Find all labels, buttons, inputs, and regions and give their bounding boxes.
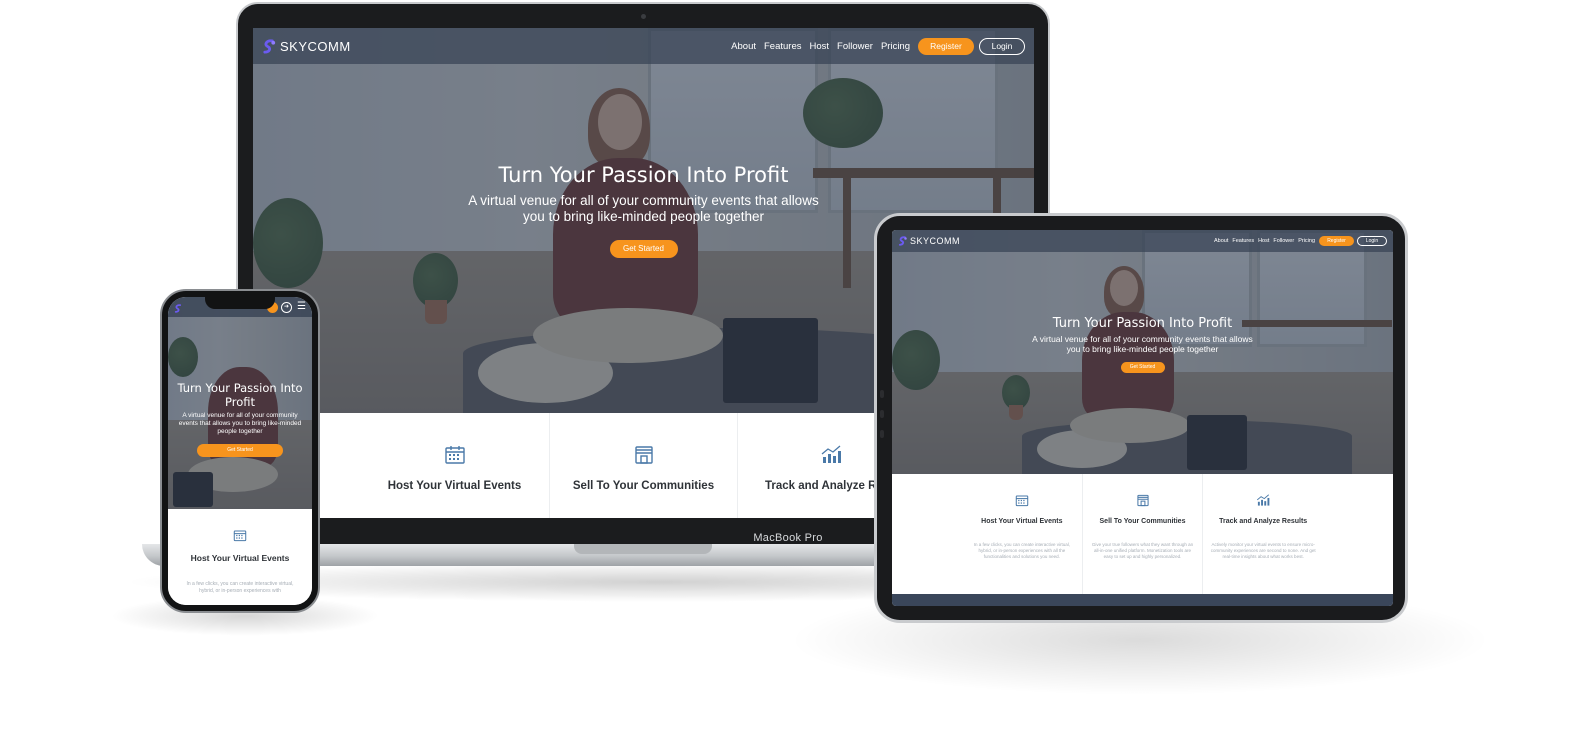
- nav-host[interactable]: Host: [810, 41, 830, 52]
- ipad-side-button: [880, 430, 884, 438]
- logo[interactable]: SKYCOMM: [898, 236, 960, 246]
- hamburger-menu-icon[interactable]: ☰: [297, 302, 306, 312]
- phone-notch: [205, 297, 275, 309]
- hero-title-line2: Profit: [225, 395, 255, 409]
- macbook-notch: [574, 544, 712, 554]
- feature-title: Sell To Your Communities: [572, 480, 715, 492]
- login-button[interactable]: Login: [979, 37, 1025, 55]
- site-nav: SKYCOMM About Features Host Follower Pri…: [892, 230, 1393, 252]
- nav-about[interactable]: About: [731, 41, 756, 52]
- logo-text: SKYCOMM: [280, 38, 351, 54]
- features-section: Host Your Virtual Events In a few clicks…: [892, 474, 1393, 594]
- ipad-side-button: [880, 390, 884, 398]
- next-section-strip: [892, 594, 1393, 606]
- storefront-icon: [1136, 494, 1150, 512]
- feature-track: Track and Analyze Results Actively monit…: [1203, 474, 1323, 594]
- get-started-button[interactable]: Get Started: [197, 444, 283, 457]
- hero-content: Turn Your Passion Into Profit A virtual …: [168, 381, 312, 457]
- ipad-screen: SKYCOMM About Features Host Follower Pri…: [892, 230, 1393, 606]
- feature-sell: Sell To Your Communities Give your true …: [1083, 474, 1204, 594]
- nav-follower[interactable]: Follower: [837, 41, 873, 52]
- hero-subtitle: A virtual venue for all of your communit…: [178, 412, 302, 435]
- register-button[interactable]: Register: [918, 37, 974, 55]
- get-started-button[interactable]: Get Started: [609, 240, 678, 258]
- hero-content: Turn Your Passion Into Profit A virtual …: [892, 316, 1393, 373]
- nav-features[interactable]: Features: [1232, 238, 1254, 244]
- feature-description: Give your true followers what they want …: [1091, 542, 1194, 559]
- hero-title: Turn Your Passion Into Profit: [498, 163, 789, 187]
- feature-description: In a few clicks, you can create interact…: [186, 581, 294, 594]
- ipad-side-button: [880, 410, 884, 418]
- nav-follower[interactable]: Follower: [1273, 238, 1294, 244]
- bar-chart-icon: [1256, 494, 1270, 512]
- macbook-camera: [641, 14, 646, 19]
- hero-title: Turn Your Passion Into Profit: [168, 381, 312, 409]
- feature-description: Actively monitor your virtual events to …: [1210, 542, 1316, 559]
- hero-title: Turn Your Passion Into Profit: [1052, 316, 1233, 331]
- logo[interactable]: SKYCOMM: [262, 39, 351, 54]
- feature-title: Host Your Virtual Events: [387, 480, 522, 492]
- get-started-button[interactable]: Get Started: [1120, 362, 1165, 373]
- nav-about[interactable]: About: [1214, 238, 1228, 244]
- feature-host: Host Your Virtual Events: [360, 413, 550, 518]
- feature-host: Host Your Virtual Events In a few clicks…: [962, 474, 1083, 594]
- nav-pricing[interactable]: Pricing: [1298, 238, 1315, 244]
- feature-title: Sell To Your Communities: [1099, 518, 1186, 525]
- hero-title-line1: Turn Your Passion Into: [177, 381, 303, 395]
- macbook-label-text: MacBook Pro: [753, 532, 823, 544]
- nav-links: About Features Host Follower Pricing Reg…: [1214, 236, 1387, 246]
- feature-title: Track and Analyze Results: [1219, 518, 1308, 525]
- feature-title: Host Your Virtual Events: [981, 518, 1063, 525]
- bar-chart-icon: [820, 445, 842, 470]
- skycomm-logo-icon: [174, 303, 183, 313]
- nav-pricing[interactable]: Pricing: [881, 41, 910, 52]
- calendar-icon: [444, 445, 466, 470]
- hero-subtitle: A virtual venue for all of your communit…: [468, 193, 819, 224]
- skycomm-logo-icon: [262, 38, 277, 54]
- hero-subtitle: A virtual venue for all of your communit…: [1032, 334, 1253, 354]
- login-button[interactable]: Login: [1357, 236, 1387, 246]
- phone-screen: ➜ ☰ Turn Your Passion Into Profit A virt…: [168, 297, 312, 605]
- feature-title: Host Your Virtual Events: [190, 553, 290, 563]
- features-section: Host Your Virtual Events In a few clicks…: [168, 509, 312, 605]
- skycomm-logo-icon: [898, 236, 908, 246]
- nav-features[interactable]: Features: [764, 41, 802, 52]
- storefront-icon: [633, 445, 655, 470]
- feature-sell: Sell To Your Communities: [550, 413, 738, 518]
- logo-text: SKYCOMM: [910, 236, 961, 246]
- feature-description: In a few clicks, you can create interact…: [973, 542, 1070, 559]
- site-nav: SKYCOMM About Features Host Follower Pri…: [253, 28, 1034, 64]
- register-button[interactable]: Register: [1319, 236, 1354, 246]
- calendar-icon: [233, 529, 247, 547]
- calendar-icon: [1015, 494, 1029, 512]
- nav-links: About Features Host Follower Pricing Reg…: [731, 37, 1025, 55]
- nav-host[interactable]: Host: [1258, 238, 1269, 244]
- login-icon[interactable]: ➜: [281, 301, 293, 313]
